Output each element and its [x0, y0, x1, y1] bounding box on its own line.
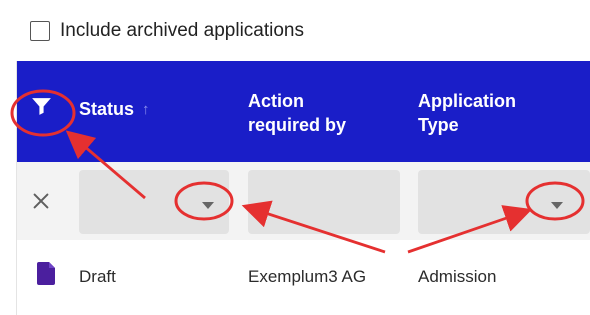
include-archived-label[interactable]: Include archived applications: [60, 20, 304, 42]
table-filter-row: [17, 162, 590, 240]
column-header-status[interactable]: Status ↑: [79, 98, 150, 120]
filter-icon[interactable]: [26, 91, 56, 121]
chevron-down-icon[interactable]: [202, 202, 214, 209]
column-header-application-type[interactable]: Application Type: [418, 89, 543, 137]
application-type-cell: Admission: [418, 267, 497, 286]
document-icon: [37, 262, 55, 285]
status-cell: Draft: [79, 267, 116, 286]
application-table-screenshot: Include archived applications Status ↑ A…: [0, 0, 590, 315]
table-header: Status ↑ Action required by Application …: [17, 61, 590, 162]
close-icon[interactable]: [30, 190, 52, 212]
column-header-status-label: Status: [79, 99, 135, 119]
column-header-action-required-by[interactable]: Action required by: [248, 89, 373, 137]
sort-ascending-icon[interactable]: ↑: [142, 102, 150, 117]
include-archived-option[interactable]: Include archived applications: [30, 18, 304, 44]
chevron-down-icon[interactable]: [551, 202, 563, 209]
table-row[interactable]: Draft Exemplum3 AG Admission: [17, 240, 590, 315]
status-filter-dropdown[interactable]: [79, 170, 229, 234]
application-type-filter-dropdown[interactable]: [418, 170, 590, 234]
action-required-by-filter-input[interactable]: [248, 170, 400, 234]
action-required-by-cell: Exemplum3 AG: [248, 267, 367, 286]
include-archived-checkbox[interactable]: [30, 21, 50, 41]
